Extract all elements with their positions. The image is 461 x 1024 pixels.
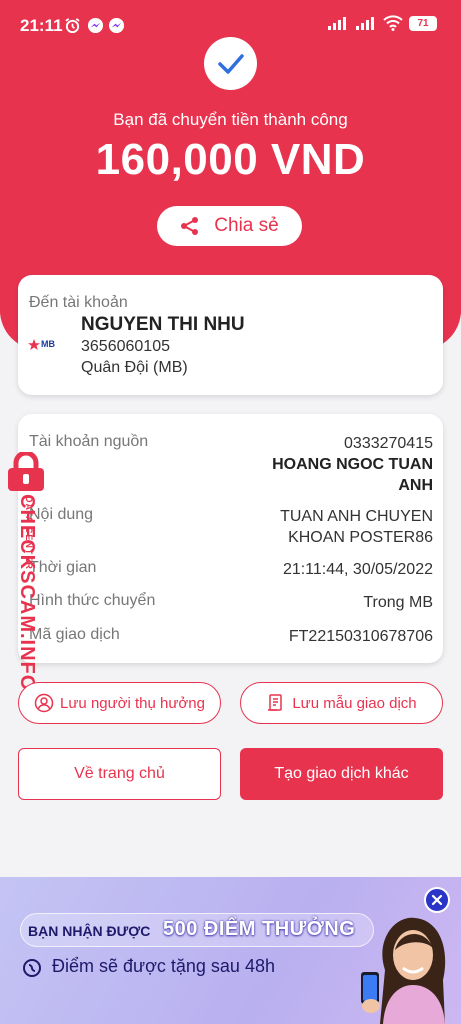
bank-logo-text: MB bbox=[41, 339, 55, 349]
gift-points-icon bbox=[23, 959, 41, 977]
save-beneficiary-label: Lưu người thụ hưởng bbox=[60, 694, 205, 712]
status-time: 21:11 bbox=[20, 16, 63, 35]
destination-card: Đến tài khoản MB NGUYEN THI NHU 36560601… bbox=[18, 275, 443, 395]
promo-subtitle: Điểm sẽ được tặng sau 48h bbox=[52, 956, 275, 976]
close-icon bbox=[431, 894, 443, 906]
recipient-name: NGUYEN THI NHU bbox=[81, 314, 245, 335]
document-icon bbox=[268, 694, 283, 711]
source-account-name-line1: HOANG NGOC TUAN bbox=[272, 456, 433, 473]
destination-label: Đến tài khoản bbox=[29, 294, 128, 311]
content-line2: KHOAN POSTER86 bbox=[288, 529, 433, 546]
close-promo-button[interactable] bbox=[424, 887, 450, 913]
save-beneficiary-button[interactable]: Lưu người thụ hưởng bbox=[18, 682, 221, 724]
alarm-icon bbox=[65, 18, 80, 34]
recipient-bank: Quân Đội (MB) bbox=[81, 359, 188, 376]
mb-bank-logo: MB bbox=[28, 338, 60, 354]
content-line1: TUAN ANH CHUYEN bbox=[280, 508, 433, 525]
method-value: Trong MB bbox=[363, 594, 433, 611]
transaction-id-value: FT22150310678706 bbox=[288, 628, 433, 645]
transfer-amount: 160,000 VND bbox=[95, 135, 366, 184]
wifi-icon bbox=[383, 15, 403, 31]
share-label: Chia sẻ bbox=[214, 215, 279, 236]
watermark: CHECKSCAM.INFO DATA CENTER bbox=[2, 452, 50, 691]
promo-points: 500 ĐIỂM THƯỞNG bbox=[163, 918, 356, 940]
success-message: Bạn đã chuyển tiền thành công bbox=[113, 110, 348, 129]
lock-icon bbox=[8, 452, 44, 491]
user-circle-icon bbox=[34, 693, 54, 713]
source-account-number: 0333270415 bbox=[344, 435, 433, 452]
time-value: 21:11:44, 30/05/2022 bbox=[282, 561, 433, 578]
save-template-button[interactable]: Lưu mẫu giao dịch bbox=[240, 682, 443, 724]
signal-icon bbox=[356, 17, 374, 30]
recipient-account: 3656060105 bbox=[81, 338, 170, 355]
promo-pill: BẠN NHẬN ĐƯỢC 500 ĐIỂM THƯỞNG bbox=[20, 913, 374, 947]
signal-icon bbox=[328, 17, 346, 30]
promo-person-image bbox=[361, 917, 446, 1024]
promo-title: BẠN NHẬN ĐƯỢC bbox=[28, 923, 151, 939]
save-template-label: Lưu mẫu giao dịch bbox=[292, 694, 417, 712]
share-button[interactable]: Chia sẻ bbox=[157, 206, 302, 246]
checkmark-icon bbox=[217, 53, 244, 74]
messenger-icon bbox=[108, 17, 125, 34]
new-transaction-button[interactable]: Tạo giao dịch khác bbox=[240, 748, 443, 800]
source-account-label: Tài khoản nguồn bbox=[29, 433, 149, 450]
messenger-icon bbox=[87, 17, 104, 34]
transaction-details-card: Tài khoản nguồn 0333270415 HOANG NGOC TU… bbox=[18, 414, 443, 663]
watermark-sub: DATA CENTER bbox=[24, 496, 34, 570]
source-account-name-line2: ANH bbox=[398, 477, 433, 494]
home-button[interactable]: Về trang chủ bbox=[18, 748, 221, 800]
share-icon bbox=[181, 217, 199, 235]
success-check bbox=[204, 37, 257, 90]
battery-indicator: 71 bbox=[409, 15, 437, 31]
